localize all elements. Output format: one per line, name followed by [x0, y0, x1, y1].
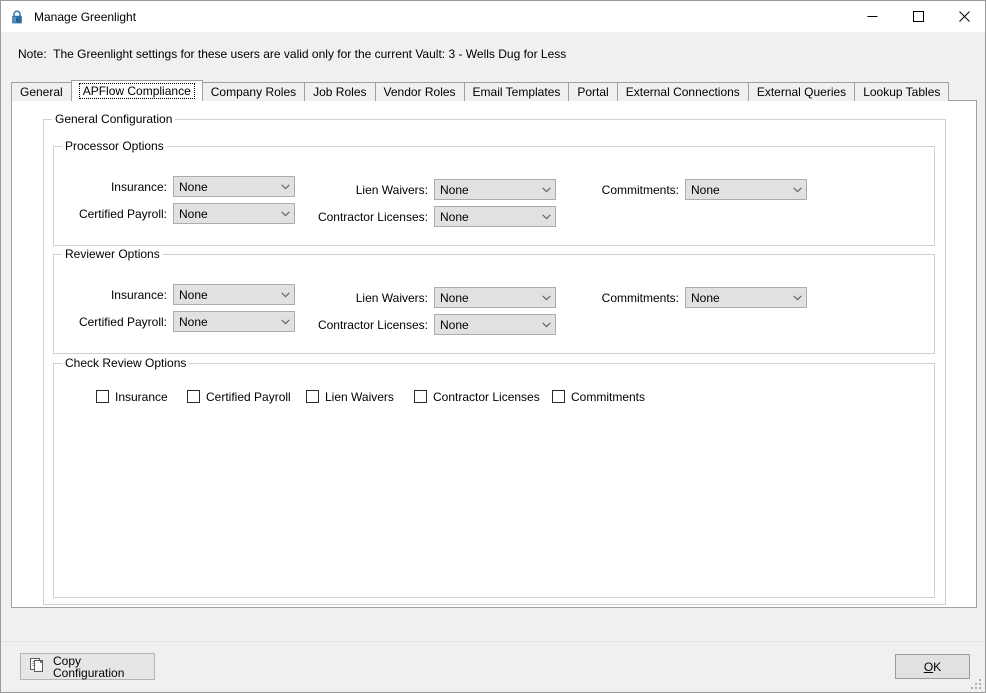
tab-label: Company Roles — [210, 85, 297, 99]
checkbox-box[interactable] — [187, 390, 200, 403]
ok-button[interactable]: OK — [895, 654, 970, 679]
processor-commitments-label: Commitments: — [601, 183, 679, 197]
reviewer-commitments-dropdown[interactable]: None — [685, 287, 807, 308]
window-controls — [849, 1, 985, 31]
copy-document-icon — [29, 657, 45, 676]
reviewer-commitments-label: Commitments: — [601, 291, 679, 305]
dropdown-value: None — [691, 183, 720, 196]
tab-external-connections[interactable]: External Connections — [616, 82, 749, 101]
chevron-down-icon — [538, 214, 555, 220]
reviewer-lien-waivers-label: Lien Waivers: — [355, 291, 428, 305]
checkbox-label: Contractor Licenses — [433, 389, 540, 404]
chevron-down-icon — [789, 295, 806, 301]
group-legend: Reviewer Options — [62, 248, 163, 260]
checkbox-label: Commitments — [571, 389, 646, 404]
tab-vendor-roles[interactable]: Vendor Roles — [374, 82, 465, 101]
window-title: Manage Greenlight — [34, 9, 137, 24]
processor-commitments-dropdown[interactable]: None — [685, 179, 807, 200]
resize-grip[interactable] — [969, 676, 982, 689]
checkbox-box[interactable] — [96, 390, 109, 403]
tab-label: Job Roles — [313, 85, 367, 99]
maximize-button[interactable] — [895, 1, 941, 31]
tab-portal[interactable]: Portal — [568, 82, 618, 101]
group-general-configuration: General Configuration Processor Options … — [43, 113, 946, 605]
tab-external-queries[interactable]: External Queries — [747, 82, 856, 101]
tab-apflow-compliance[interactable]: APFlow Compliance — [70, 80, 203, 101]
minimize-button[interactable] — [849, 1, 895, 31]
checkbox-label: Certified Payroll — [206, 389, 291, 404]
checkbox-box[interactable] — [414, 390, 427, 403]
ok-label-rest: K — [933, 659, 942, 674]
tab-label: Vendor Roles — [383, 85, 456, 99]
dropdown-value: None — [440, 318, 469, 331]
note-bar: Note: The Greenlight settings for these … — [2, 32, 985, 76]
copy-configuration-label: Copy Configuration — [53, 653, 125, 680]
checkbox-box[interactable] — [552, 390, 565, 403]
lock-icon — [9, 9, 25, 25]
checkbox-insurance[interactable]: Insurance — [96, 390, 168, 403]
tab-job-roles[interactable]: Job Roles — [304, 82, 376, 101]
reviewer-contractor-licenses-dropdown[interactable]: None — [434, 314, 556, 335]
chevron-down-icon — [789, 187, 806, 193]
checkbox-contractor-licenses[interactable]: Contractor Licenses — [414, 390, 540, 403]
group-legend: General Configuration — [52, 113, 176, 125]
copy-configuration-button[interactable]: Copy Configuration — [20, 653, 155, 680]
tab-label: Email Templates — [472, 85, 561, 99]
tab-general[interactable]: General — [11, 82, 72, 101]
tab-label: APFlow Compliance — [78, 83, 195, 99]
checkbox-commitments[interactable]: Commitments — [552, 390, 645, 403]
processor-certified-payroll-label: Certified Payroll: — [78, 207, 167, 221]
group-reviewer-options: Reviewer Options Insurance: None Certifi… — [53, 248, 935, 354]
footer-divider — [2, 641, 985, 642]
dropdown-value: None — [691, 291, 720, 304]
tab-label: General — [20, 85, 63, 99]
ok-accel-char: O — [923, 659, 934, 674]
checkbox-certified-payroll[interactable]: Certified Payroll — [187, 390, 291, 403]
reviewer-contractor-licenses-label: Contractor Licenses: — [317, 318, 428, 332]
group-processor-options: Processor Options Insurance: None Certif… — [53, 140, 935, 246]
close-button[interactable] — [941, 1, 985, 31]
checkbox-label: Insurance — [115, 389, 168, 404]
group-legend: Processor Options — [62, 140, 167, 152]
group-check-review-options: Check Review Options Insurance Certified… — [53, 357, 935, 598]
processor-contractor-licenses-label: Contractor Licenses: — [317, 210, 428, 224]
tab-company-roles[interactable]: Company Roles — [201, 82, 306, 101]
title-bar: Manage Greenlight — [1, 1, 985, 32]
group-legend: Check Review Options — [62, 357, 190, 369]
tab-label: Lookup Tables — [863, 85, 941, 99]
tab-strip: General APFlow Compliance Company Roles … — [11, 80, 950, 101]
reviewer-insurance-label: Insurance: — [110, 288, 167, 302]
tab-label: External Connections — [625, 85, 740, 99]
checkbox-label: Lien Waivers — [325, 389, 394, 404]
dropdown-value: None — [440, 210, 469, 223]
manage-greenlight-window: Manage Greenlight Note: The Greenlight s… — [0, 0, 986, 693]
processor-lien-waivers-label: Lien Waivers: — [355, 183, 428, 197]
tab-label: Portal — [577, 85, 609, 99]
chevron-down-icon — [538, 322, 555, 328]
checkbox-box[interactable] — [306, 390, 319, 403]
processor-insurance-label: Insurance: — [110, 180, 167, 194]
checkbox-lien-waivers[interactable]: Lien Waivers — [306, 390, 394, 403]
tab-label: External Queries — [756, 85, 847, 99]
note-text: Note: The Greenlight settings for these … — [18, 47, 567, 61]
tab-email-templates[interactable]: Email Templates — [463, 82, 570, 101]
reviewer-certified-payroll-label: Certified Payroll: — [78, 315, 167, 329]
tab-lookup-tables[interactable]: Lookup Tables — [854, 82, 950, 101]
tab-panel-apflow-compliance: General Configuration Processor Options … — [11, 100, 977, 608]
processor-contractor-licenses-dropdown[interactable]: None — [434, 206, 556, 227]
